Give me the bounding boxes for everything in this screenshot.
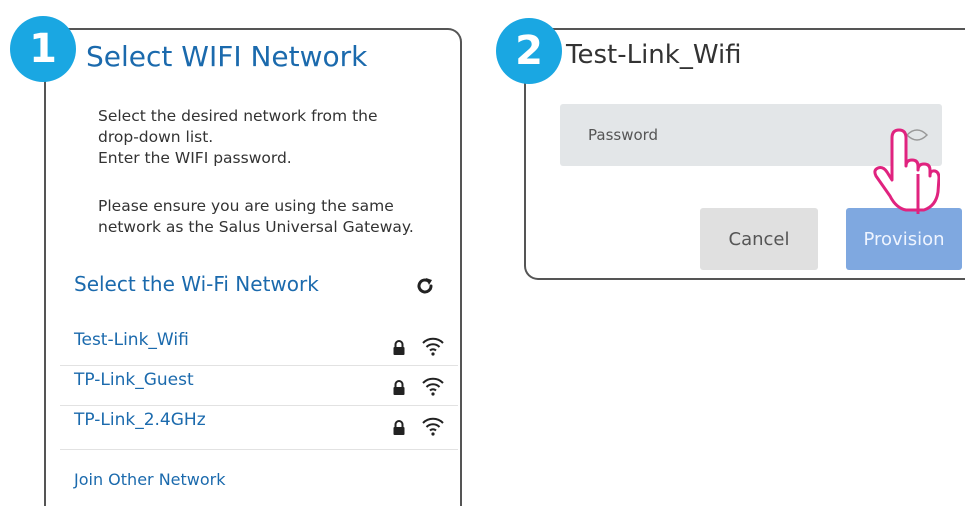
instructions-same-network: Please ensure you are using the same net… <box>98 196 414 238</box>
step-2-badge: 2 <box>496 18 562 84</box>
network-row-tp-link-2-4ghz[interactable]: TP-Link_2.4GHz <box>60 406 458 450</box>
instruction-line: Enter the WIFI password. <box>98 149 292 167</box>
instruction-line: Please ensure you are using the same <box>98 197 394 215</box>
network-name: TP-Link_2.4GHz <box>74 410 206 430</box>
refresh-icon[interactable] <box>415 276 435 296</box>
lock-icon <box>393 420 405 435</box>
select-wifi-title: Select WIFI Network <box>86 40 368 73</box>
instruction-line: network as the Salus Universal Gateway. <box>98 218 414 236</box>
network-name: Test-Link_Wifi <box>74 330 189 350</box>
network-name: TP-Link_Guest <box>74 370 194 390</box>
wifi-list-heading: Select the Wi-Fi Network <box>74 272 319 296</box>
password-placeholder: Password <box>588 126 659 144</box>
instruction-line: drop-down list. <box>98 128 214 146</box>
join-other-network-link[interactable]: Join Other Network <box>74 470 226 489</box>
lock-icon <box>393 340 405 355</box>
wifi-icon <box>422 417 444 436</box>
wifi-icon <box>422 337 444 356</box>
selected-network-title: Test-Link_Wifi <box>566 40 742 70</box>
network-row-tp-link-guest[interactable]: TP-Link_Guest <box>60 366 458 406</box>
provision-button[interactable]: Provision <box>846 208 962 270</box>
pointer-hand-icon <box>873 128 940 214</box>
cancel-button[interactable]: Cancel <box>700 208 818 270</box>
wifi-icon <box>422 377 444 396</box>
network-row-test-link-wifi[interactable]: Test-Link_Wifi <box>60 326 458 366</box>
step-1-badge: 1 <box>10 16 76 82</box>
lock-icon <box>393 380 405 395</box>
instruction-line: Select the desired network from the <box>98 107 378 125</box>
instructions-select-network: Select the desired network from the drop… <box>98 106 378 169</box>
